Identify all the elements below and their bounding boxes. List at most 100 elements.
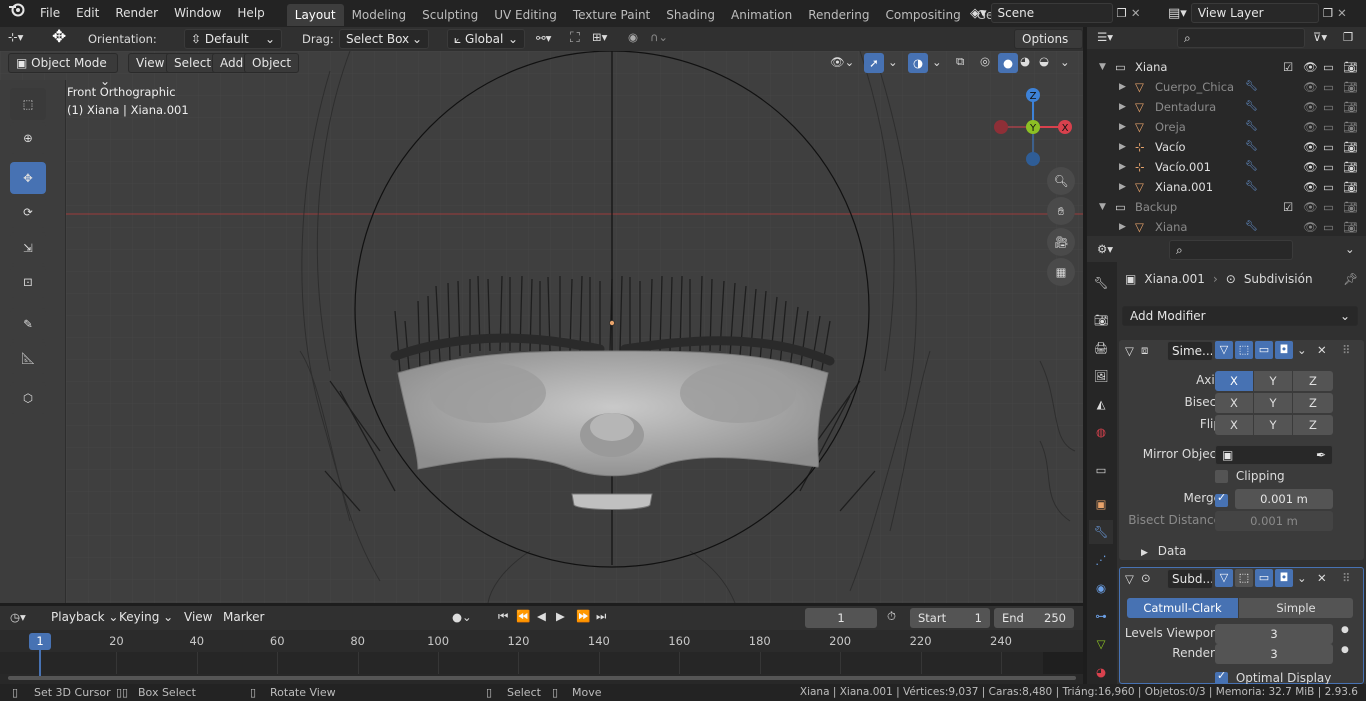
visibility-eye-icon[interactable]: 👁︎ <box>1303 217 1318 237</box>
clipping-checkbox[interactable] <box>1215 470 1228 483</box>
cage-toggle-icon[interactable]: ⬚ <box>1235 569 1253 587</box>
bisect-y-toggle[interactable]: Y <box>1254 393 1292 413</box>
material-shading-icon[interactable]: ◕ <box>1020 54 1030 68</box>
expand-arrow-icon[interactable]: ▶ <box>1119 177 1126 197</box>
drag-handle-icon[interactable]: ⠿ <box>1342 571 1350 585</box>
visibility-icon[interactable]: 👁︎⌄ <box>830 55 854 69</box>
timeline-menu-marker[interactable]: Marker <box>216 608 271 628</box>
workspace-tab-layout[interactable]: Layout <box>286 3 344 26</box>
render-camera-icon[interactable]: 📷︎ <box>1343 177 1358 197</box>
edit-mode-toggle-icon[interactable]: ▽ <box>1215 341 1233 359</box>
viewport-disable-icon[interactable]: ▭ <box>1323 137 1334 157</box>
remove-modifier-icon[interactable]: ✕ <box>1317 343 1327 357</box>
timeline-editor-type-icon[interactable]: ◷▾ <box>10 610 26 624</box>
stopwatch-icon[interactable]: ⏱ <box>887 609 896 624</box>
render-camera-icon[interactable]: 📷︎ <box>1343 137 1358 157</box>
visibility-eye-icon[interactable]: 👁︎ <box>1303 177 1318 197</box>
timeline-area[interactable]: 20 40 60 80 100 120 140 160 180 200 220 240 1 <box>0 630 1083 684</box>
chevron-down-icon[interactable]: ⌄ <box>888 55 898 69</box>
workspace-tab-compositing[interactable]: Compositing <box>877 4 968 26</box>
menu-help[interactable]: Help <box>229 0 272 27</box>
workspace-tab-uv-editing[interactable]: UV Editing <box>486 4 565 26</box>
snap-target-icon[interactable]: ⊞▾ <box>592 30 607 44</box>
proportional-edit-icon[interactable]: ◉ <box>628 30 638 44</box>
merge-checkbox[interactable]: ✓ <box>1215 491 1228 507</box>
mouth-mesh[interactable] <box>571 493 653 510</box>
outliner-row[interactable]: ▶ ⊹ Vacío 🔧︎ 👁︎ ▭ 📷︎ <box>1087 137 1366 157</box>
world-tab-icon[interactable]: ◍ <box>1089 420 1113 444</box>
optimal-display-checkbox[interactable]: ✓ <box>1215 671 1228 684</box>
new-scene-icon[interactable]: ❐ <box>1117 6 1127 20</box>
viewport-disable-icon[interactable]: ▭ <box>1323 77 1334 97</box>
data-subpanel-header[interactable]: ▶ Data <box>1141 544 1186 558</box>
timeline-menu-view[interactable]: View <box>177 608 219 628</box>
exclude-checkbox-icon[interactable]: ☑ <box>1283 197 1293 217</box>
outliner-row[interactable]: ▼ ▭ Xiana ☑ 👁︎ ▭ 📷︎ <box>1087 57 1366 77</box>
object-origin-icon[interactable] <box>609 320 615 326</box>
chevron-down-icon[interactable]: ⌄ <box>1297 571 1307 585</box>
bisect-z-toggle[interactable]: Z <box>1293 393 1333 413</box>
render-camera-icon[interactable]: 📷︎ <box>1343 117 1358 137</box>
viewport-disable-icon[interactable]: ▭ <box>1323 217 1334 237</box>
simple-button[interactable]: Simple <box>1239 598 1353 618</box>
chevron-down-icon[interactable]: ⌄ <box>1297 343 1307 357</box>
next-keyframe-icon[interactable]: ⏩ <box>576 609 590 623</box>
expand-arrow-icon[interactable]: ▼ <box>1099 197 1106 217</box>
zoom-icon[interactable]: 🔍︎ <box>1047 167 1075 195</box>
viewport-toggle-icon[interactable]: ▭ <box>1255 569 1273 587</box>
transform-orientation-dropdown[interactable]: ⟀ Global ⌄ <box>447 29 525 49</box>
measure-tool-icon[interactable]: 📐︎ <box>10 342 46 374</box>
remove-scene-icon[interactable]: ✕ <box>1131 6 1141 20</box>
cursor-tool-icon[interactable]: ⊕ <box>10 122 46 154</box>
flip-z-toggle[interactable]: Z <box>1293 415 1333 435</box>
pin-icon[interactable]: 📌︎ <box>1343 272 1358 286</box>
particles-tab-icon[interactable]: ⋰ <box>1089 548 1113 572</box>
collection-tab-icon[interactable]: ▭ <box>1089 458 1113 482</box>
viewport-toggle-icon[interactable]: ▭ <box>1255 341 1273 359</box>
blender-logo-icon[interactable] <box>0 0 32 27</box>
outliner-row[interactable]: ▶ ▽ Xiana.001 🔧︎ 👁︎ ▭ 📷︎ <box>1087 177 1366 197</box>
flip-y-toggle[interactable]: Y <box>1254 415 1292 435</box>
transform-tool-icon[interactable]: ⊡ <box>10 266 46 298</box>
start-frame-field[interactable]: Start 1 <box>910 608 990 628</box>
axis-z-toggle[interactable]: Z <box>1293 371 1333 391</box>
axis-x-toggle[interactable]: X <box>1215 371 1253 391</box>
collapse-icon[interactable]: ▽ <box>1125 344 1134 358</box>
expand-arrow-icon[interactable]: ▶ <box>1119 137 1126 157</box>
outliner-row[interactable]: ▶ ▽ Cuerpo_Chica 🔧︎ 👁︎ ▭ 📷︎ <box>1087 77 1366 97</box>
subdivision-modifier-name[interactable]: Subd... <box>1167 569 1213 589</box>
menu-edit[interactable]: Edit <box>68 0 107 27</box>
expand-arrow-icon[interactable]: ▶ <box>1119 117 1126 137</box>
outliner-search-input[interactable]: ⌕ <box>1177 28 1305 48</box>
new-view-layer-icon[interactable]: ❐ <box>1323 6 1333 20</box>
remove-modifier-icon[interactable]: ✕ <box>1317 571 1327 585</box>
visibility-eye-icon[interactable]: 👁︎ <box>1303 137 1318 157</box>
menu-file[interactable]: File <box>32 0 68 27</box>
render-camera-icon[interactable]: 📷︎ <box>1343 217 1358 237</box>
eyedropper-icon[interactable]: ✒ <box>1316 446 1326 464</box>
output-tab-icon[interactable]: 🖨︎ <box>1089 336 1113 360</box>
workspace-tab-modeling[interactable]: Modeling <box>344 4 415 26</box>
gizmo-toggle-icon[interactable]: ➚ <box>864 53 884 73</box>
view-layer-name-field[interactable]: View Layer <box>1190 3 1319 23</box>
workspace-tab-animation[interactable]: Animation <box>723 4 800 26</box>
snap-icon[interactable]: ⛶ <box>570 30 580 46</box>
pivot-point-icon[interactable]: ⚯▾ <box>536 31 551 45</box>
workspace-tab-sculpting[interactable]: Sculpting <box>414 4 486 26</box>
overlay-toggle-icon[interactable]: ◑ <box>908 53 928 73</box>
constraints-tab-icon[interactable]: ⊶ <box>1089 604 1113 628</box>
animate-property-icon[interactable]: ● <box>1341 645 1349 655</box>
perspective-toggle-icon[interactable]: ▦ <box>1047 258 1075 286</box>
outliner-row[interactable]: ▶ ▽ Xiana 🔧︎ 👁︎ ▭ 📷︎ <box>1087 217 1366 237</box>
navigation-gizmo[interactable]: Z X Y <box>993 87 1073 167</box>
viewport-disable-icon[interactable]: ▭ <box>1323 117 1334 137</box>
viewport-disable-icon[interactable]: ▭ <box>1323 97 1334 117</box>
cage-toggle-icon[interactable]: ⬚ <box>1235 341 1253 359</box>
object-tab-icon[interactable]: ▣ <box>1089 492 1113 516</box>
menu-render[interactable]: Render <box>107 0 166 27</box>
exclude-checkbox-icon[interactable]: ☑ <box>1283 57 1293 77</box>
record-icon[interactable]: ●⌄ <box>452 610 472 624</box>
expand-arrow-icon[interactable]: ▼ <box>1099 57 1106 77</box>
material-tab-icon[interactable]: ◕ <box>1089 660 1113 684</box>
chevron-down-icon[interactable]: ⌄ <box>1345 242 1355 256</box>
